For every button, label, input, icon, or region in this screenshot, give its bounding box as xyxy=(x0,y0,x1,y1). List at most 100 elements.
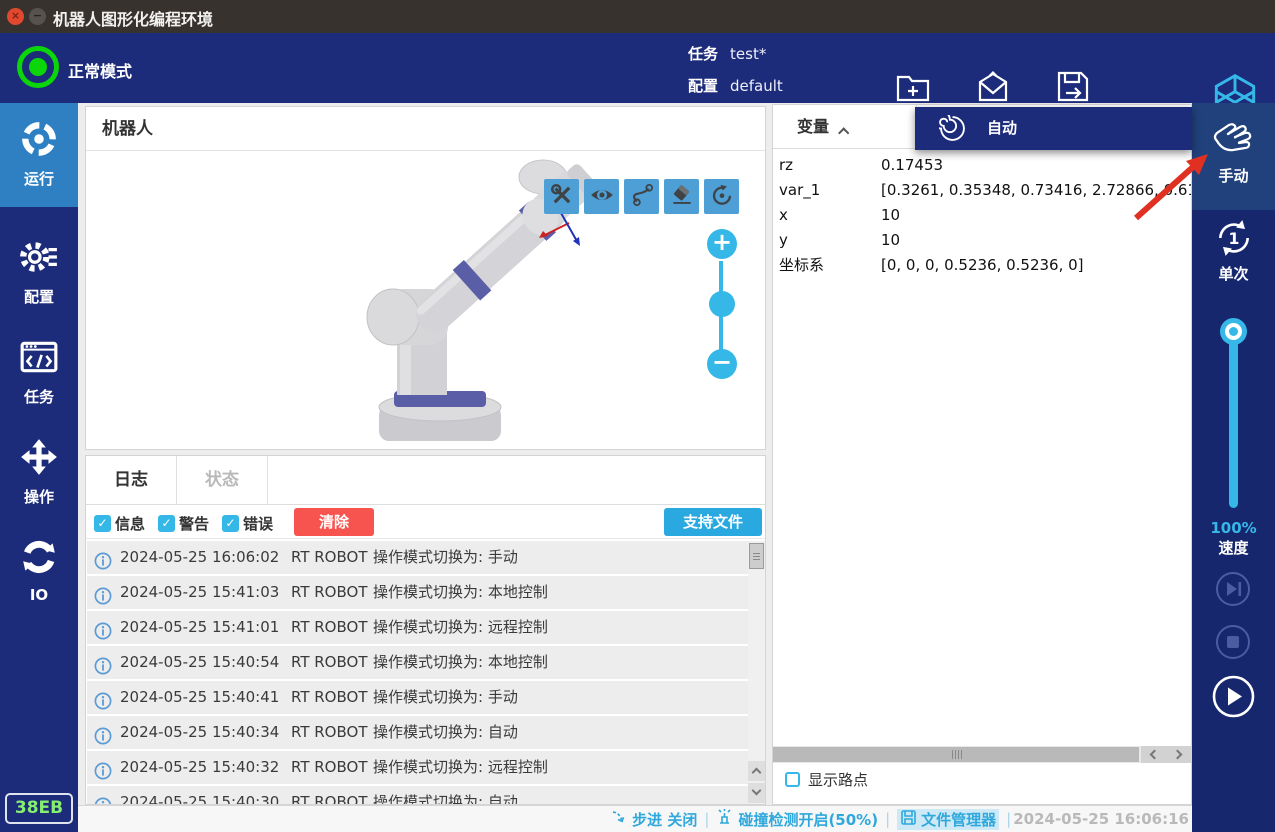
error-checkbox[interactable]: ✓ xyxy=(222,515,239,532)
log-entry[interactable]: 2024-05-25 15:40:30 RT ROBOT 操作模式切换为: 自动 xyxy=(87,786,748,805)
speed-slider-track[interactable] xyxy=(1229,322,1238,508)
waypoints-label: 显示路点 xyxy=(808,769,868,790)
chevron-up-icon xyxy=(752,768,762,778)
status-badge: 38EB xyxy=(5,793,73,824)
info-checkbox[interactable]: ✓ xyxy=(94,515,111,532)
scroll-down-button[interactable] xyxy=(748,783,766,803)
tab-status[interactable]: 状态 xyxy=(177,456,268,505)
log-timestamp: 2024-05-25 16:06:02 xyxy=(120,541,279,574)
chevron-left-icon xyxy=(1150,750,1160,760)
log-scrollbar-thumb[interactable] xyxy=(749,543,764,569)
log-source: RT ROBOT xyxy=(291,751,368,784)
variable-row[interactable]: rz 0.17453 xyxy=(773,153,1191,178)
stop-button[interactable] xyxy=(1215,624,1251,664)
scroll-right-button[interactable] xyxy=(1167,746,1192,763)
log-source: RT ROBOT xyxy=(291,786,368,805)
variable-value: 0.17453 xyxy=(881,153,1191,178)
variables-hscrollbar[interactable] xyxy=(773,746,1191,763)
eraser-icon xyxy=(669,182,695,212)
path-trace-button[interactable] xyxy=(624,179,659,214)
hscrollbar-thumb[interactable] xyxy=(773,747,1139,762)
mode-dropdown-item-auto[interactable]: 自动 xyxy=(915,107,1192,150)
sidebar-item-run[interactable]: 运行 xyxy=(0,103,78,207)
status-bar: 步进 关闭 | 碰撞检测开启(50%) | 文件管理器 | 2024-05-25… xyxy=(78,805,1192,832)
tab-log[interactable]: 日志 xyxy=(86,456,177,505)
variable-name: rz xyxy=(779,153,793,178)
play-button[interactable] xyxy=(1212,675,1255,722)
speed-percent: 100% xyxy=(1192,519,1275,537)
warning-checkbox[interactable]: ✓ xyxy=(158,515,175,532)
log-message: 操作模式切换为: 本地控制 xyxy=(373,576,548,609)
log-entry[interactable]: 2024-05-25 15:41:01 RT ROBOT 操作模式切换为: 远程… xyxy=(87,611,748,644)
single-run-button[interactable]: 1 单次 xyxy=(1192,217,1275,284)
tools-button[interactable] xyxy=(544,179,579,214)
variable-row[interactable]: x 10 xyxy=(773,203,1191,228)
visibility-button[interactable] xyxy=(584,179,619,214)
variable-value: [0, 0, 0, 0.5236, 0.5236, 0] xyxy=(881,253,1191,278)
manual-hand-icon xyxy=(1211,146,1257,165)
sidebar-item-io[interactable]: IO xyxy=(0,521,78,617)
step-forward-button[interactable] xyxy=(1215,571,1251,611)
window-titlebar: × − 机器人图形化编程环境 xyxy=(0,0,1275,33)
log-entry[interactable]: 2024-05-25 15:41:03 RT ROBOT 操作模式切换为: 本地… xyxy=(87,576,748,609)
sidebar-item-task[interactable]: 任务 xyxy=(0,321,78,417)
sidebar-item-operate[interactable]: 操作 xyxy=(0,421,78,517)
robot-panel-title: 机器人 xyxy=(86,107,765,151)
filter-warning[interactable]: ✓警告 xyxy=(158,513,209,534)
io-sync-icon xyxy=(19,562,59,581)
manual-mode-button[interactable]: 手动 xyxy=(1192,103,1275,210)
speed-slider-handle[interactable] xyxy=(1220,318,1247,345)
sidebar-item-config[interactable]: 配置 xyxy=(0,221,78,317)
settings-icon xyxy=(19,262,59,281)
log-source: RT ROBOT xyxy=(291,646,368,679)
chevron-down-icon xyxy=(752,786,762,796)
log-entry[interactable]: 2024-05-25 15:40:34 RT ROBOT 操作模式切换为: 自动 xyxy=(87,716,748,749)
left-sidebar: 运行 配置 任务 操作 IO 38EB xyxy=(0,103,78,832)
rotate-view-icon xyxy=(709,182,735,212)
filter-info[interactable]: ✓信息 xyxy=(94,513,145,534)
log-entry[interactable]: 2024-05-25 15:40:54 RT ROBOT 操作模式切换为: 本地… xyxy=(87,646,748,679)
config-value: default xyxy=(730,77,783,95)
config-label: 配置 xyxy=(688,77,718,95)
zoom-out-button[interactable]: − xyxy=(707,349,737,379)
robot-panel: 机器人 xyxy=(85,106,766,450)
new-task-icon xyxy=(881,69,945,105)
rotate-view-button[interactable] xyxy=(704,179,739,214)
show-waypoints-toggle[interactable]: 显示路点 xyxy=(785,769,868,790)
header-bar: 正常模式 任务test* 配置default 新建 打开 保存 xyxy=(0,33,1275,103)
file-manager-button[interactable]: 文件管理器 xyxy=(897,809,999,830)
scroll-up-button[interactable] xyxy=(748,761,766,781)
scroll-left-button[interactable] xyxy=(1141,746,1167,763)
log-message: 操作模式切换为: 远程控制 xyxy=(373,611,548,644)
filter-error[interactable]: ✓错误 xyxy=(222,513,273,534)
variable-value: 10 xyxy=(881,203,1191,228)
zoom-in-button[interactable]: + xyxy=(707,229,737,259)
eraser-button[interactable] xyxy=(664,179,699,214)
task-label: 任务 xyxy=(688,45,718,63)
task-code-icon xyxy=(19,362,59,381)
step-mode-status[interactable]: 步进 关闭 xyxy=(611,809,697,830)
waypoints-checkbox[interactable] xyxy=(785,772,800,787)
log-scrollbar[interactable] xyxy=(748,541,766,805)
close-button[interactable]: × xyxy=(7,8,24,25)
log-list: 2024-05-25 16:06:02 RT ROBOT 操作模式切换为: 手动… xyxy=(87,541,748,805)
log-entry[interactable]: 2024-05-25 15:40:41 RT ROBOT 操作模式切换为: 手动 xyxy=(87,681,748,714)
path-trace-icon xyxy=(629,182,655,212)
log-entry[interactable]: 2024-05-25 16:06:02 RT ROBOT 操作模式切换为: 手动 xyxy=(87,541,748,574)
zoom-slider-handle[interactable] xyxy=(709,291,735,317)
variable-row[interactable]: y 10 xyxy=(773,228,1191,253)
log-entry[interactable]: 2024-05-25 15:40:32 RT ROBOT 操作模式切换为: 远程… xyxy=(87,751,748,784)
tab-variables[interactable]: 变量 xyxy=(797,105,847,149)
log-source: RT ROBOT xyxy=(291,716,368,749)
log-source: RT ROBOT xyxy=(291,576,368,609)
variable-row[interactable]: 坐标系 [0, 0, 0, 0.5236, 0.5236, 0] xyxy=(773,253,1191,278)
clear-log-button[interactable]: 清除 xyxy=(294,508,374,536)
support-files-button[interactable]: 支持文件 xyxy=(664,508,762,536)
log-timestamp: 2024-05-25 15:40:30 xyxy=(120,786,279,805)
task-config-info: 任务 test* 配置 default xyxy=(688,40,783,104)
task-value: test* xyxy=(730,45,766,63)
minimize-button[interactable]: − xyxy=(29,8,46,25)
variable-row[interactable]: var_1 [0.3261, 0.35348, 0.73416, 2.72866… xyxy=(773,178,1191,203)
log-message: 操作模式切换为: 自动 xyxy=(373,716,518,749)
collision-detection-status[interactable]: 碰撞检测开启(50%) xyxy=(716,808,878,830)
